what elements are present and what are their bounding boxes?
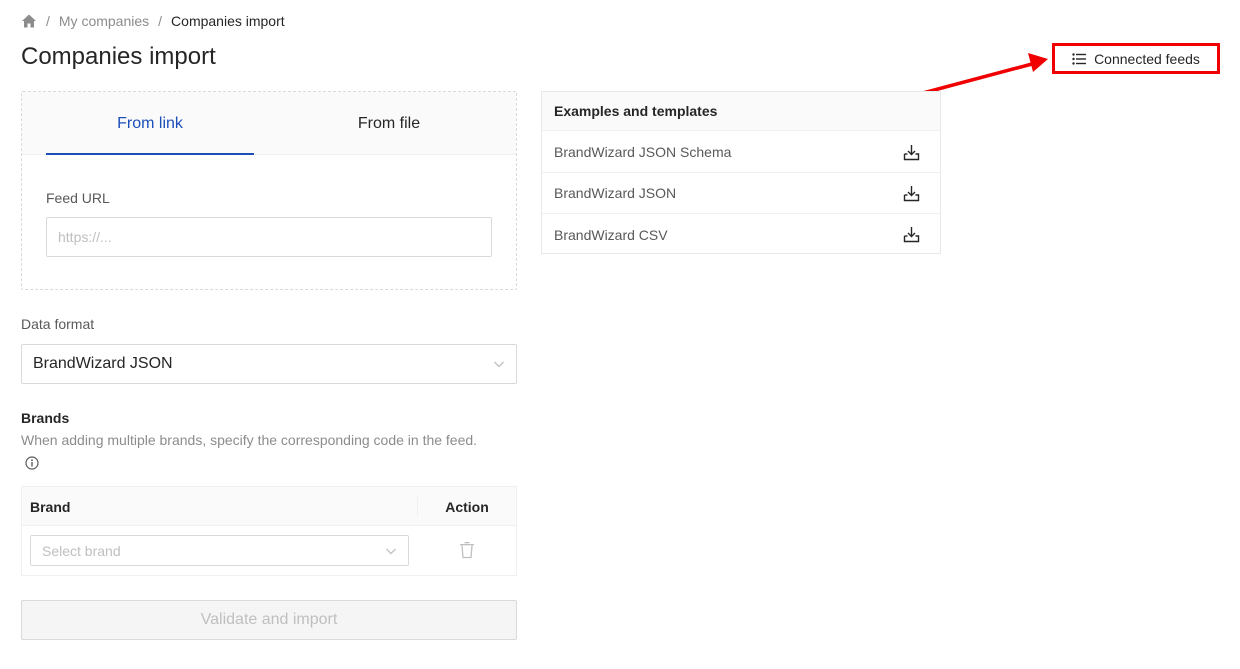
connected-feeds-button[interactable]: Connected feeds: [1052, 43, 1220, 74]
example-item-label: BrandWizard JSON Schema: [554, 144, 732, 160]
example-item-json[interactable]: BrandWizard JSON: [542, 173, 940, 214]
download-icon[interactable]: [903, 226, 920, 243]
feed-url-input[interactable]: [46, 217, 492, 257]
breadcrumb: / My companies / Companies import: [21, 11, 285, 31]
import-card: From link From file Feed URL: [21, 91, 517, 290]
examples-card: Examples and templates BrandWizard JSON …: [541, 91, 941, 254]
brand-select[interactable]: Select brand: [30, 535, 409, 566]
validate-and-import-button[interactable]: Validate and import: [21, 600, 517, 640]
example-item-csv[interactable]: BrandWizard CSV: [542, 214, 940, 255]
breadcrumb-current: Companies import: [171, 13, 285, 29]
breadcrumb-separator: /: [158, 13, 163, 29]
data-format-value: BrandWizard JSON: [33, 355, 173, 372]
download-icon[interactable]: [903, 144, 920, 161]
brands-table-header: Brand Action: [22, 487, 516, 526]
feed-url-label: Feed URL: [46, 190, 110, 206]
tab-from-file[interactable]: From file: [285, 92, 493, 155]
chevron-down-icon: [386, 548, 396, 554]
chevron-down-icon: [494, 361, 504, 368]
example-item-label: BrandWizard JSON: [554, 185, 677, 201]
brands-title: Brands: [21, 410, 70, 426]
example-item-label: BrandWizard CSV: [554, 226, 668, 243]
tab-from-link[interactable]: From link: [46, 92, 254, 155]
data-format-select[interactable]: BrandWizard JSON: [21, 344, 517, 384]
connected-feeds-label: Connected feeds: [1094, 50, 1200, 67]
brands-table: Brand Action Select brand: [21, 486, 517, 576]
breadcrumb-separator: /: [46, 13, 50, 29]
trash-icon[interactable]: [459, 541, 475, 559]
page-title: Companies import: [21, 43, 216, 70]
brands-description: When adding multiple brands, specify the…: [21, 432, 478, 448]
download-icon[interactable]: [903, 185, 920, 202]
info-icon[interactable]: [25, 456, 39, 470]
data-format-label: Data format: [21, 316, 95, 332]
column-header-brand: Brand: [30, 498, 71, 515]
breadcrumb-my-companies[interactable]: My companies: [59, 13, 149, 29]
examples-title: Examples and templates: [542, 92, 940, 131]
example-item-json-schema[interactable]: BrandWizard JSON Schema: [542, 132, 940, 173]
import-tabs: From link From file: [22, 92, 516, 155]
list-icon: [1072, 52, 1087, 65]
brand-select-placeholder: Select brand: [42, 542, 121, 559]
column-header-action: Action: [445, 498, 489, 515]
active-tab-indicator: [46, 153, 254, 155]
home-icon[interactable]: [21, 13, 37, 29]
